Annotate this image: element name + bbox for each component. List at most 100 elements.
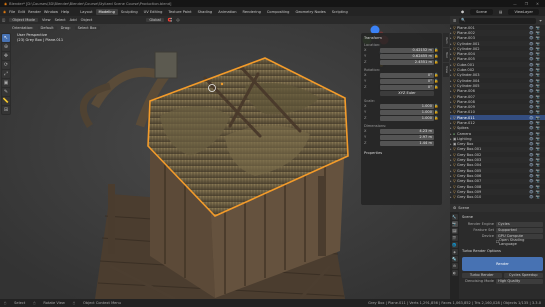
- visibility-eye-icon[interactable]: 👁: [529, 89, 534, 93]
- scale-z-field[interactable]: 1.000: [380, 115, 434, 121]
- menu-add[interactable]: Add: [70, 18, 77, 22]
- select-box-tool-icon[interactable]: ↖: [2, 34, 10, 42]
- properties-tab-icon[interactable]: 🎬: [451, 235, 458, 241]
- render-camera-icon[interactable]: 📷: [536, 84, 540, 88]
- visibility-eye-icon[interactable]: 👁: [529, 100, 534, 104]
- drag-dropdown[interactable]: Select Box: [74, 25, 100, 30]
- tab-tool[interactable]: Tool: [443, 48, 449, 62]
- outliner-row[interactable]: ▸ ▽ Plane.008 👁 📷: [450, 99, 545, 104]
- outliner-row[interactable]: ▸ ▽ Grey Box.005 👁 📷: [450, 168, 545, 174]
- blender-menu-icon[interactable]: ◉: [3, 10, 6, 14]
- rotate-tool-icon[interactable]: ⟳: [2, 61, 10, 69]
- render-camera-icon[interactable]: 📷: [536, 26, 540, 30]
- render-camera-icon[interactable]: 📷: [536, 36, 540, 40]
- render-engine-dropdown[interactable]: Cycles: [496, 221, 543, 227]
- minimize-button[interactable]: —: [513, 2, 517, 6]
- outliner-row[interactable]: ▸ ▽ Grey Box.004 👁 📷: [450, 163, 545, 168]
- render-camera-icon[interactable]: 📷: [536, 42, 540, 46]
- properties-tab-icon[interactable]: 🔩: [451, 256, 458, 262]
- turbo-render-button[interactable]: Turbo Render: [462, 273, 502, 278]
- outliner-row[interactable]: ▸ ▽ Grey Box.009 👁 📷: [450, 189, 545, 195]
- render-camera-icon[interactable]: 📷: [536, 31, 540, 35]
- dimension-z-field[interactable]: 1.44 m: [380, 140, 434, 146]
- outliner-row[interactable]: ▸ ▽ Cylinder.002 👁 📷: [450, 46, 545, 51]
- render-camera-icon[interactable]: 📷: [536, 126, 540, 130]
- workspace-tab-layout[interactable]: Layout: [77, 9, 95, 15]
- lock-icon[interactable]: 🔓: [434, 60, 439, 64]
- visibility-eye-icon[interactable]: 👁: [529, 57, 534, 61]
- workspace-tab-animation[interactable]: Animation: [215, 9, 239, 15]
- render-camera-icon[interactable]: 📷: [536, 68, 540, 72]
- lock-icon[interactable]: 🔓: [434, 79, 439, 83]
- scale-y-field[interactable]: 1.000: [380, 109, 434, 115]
- visibility-eye-icon[interactable]: 👁: [529, 132, 534, 136]
- render-camera-icon[interactable]: 📷: [536, 79, 540, 83]
- tab-item[interactable]: Item: [443, 33, 449, 47]
- visibility-eye-icon[interactable]: 👁: [529, 153, 534, 157]
- rotation-z-field[interactable]: 0°: [380, 84, 434, 90]
- visibility-eye-icon[interactable]: 👁: [529, 84, 534, 88]
- viewlayer-selector[interactable]: ViewLayer: [508, 8, 539, 15]
- visibility-eye-icon[interactable]: 👁: [529, 110, 534, 114]
- workspace-tab-sculpting[interactable]: Sculpting: [118, 9, 141, 15]
- render-camera-icon[interactable]: 📷: [536, 163, 540, 167]
- render-camera-icon[interactable]: 📷: [536, 158, 540, 162]
- render-camera-icon[interactable]: 📷: [536, 100, 540, 104]
- workspace-tab-modeling[interactable]: Modeling: [95, 8, 118, 15]
- proportional-icon[interactable]: ◎: [176, 18, 179, 22]
- render-camera-icon[interactable]: 📷: [536, 185, 540, 189]
- transform-orientation-dropdown[interactable]: Global: [146, 18, 164, 22]
- properties-editor-icon[interactable]: ⚙: [453, 206, 456, 210]
- visibility-eye-icon[interactable]: 👁: [529, 79, 534, 83]
- outliner-row[interactable]: ▸ ▽ Grey Box.003 👁 📷: [450, 157, 545, 163]
- visibility-eye-icon[interactable]: 👁: [529, 42, 534, 46]
- outliner-row[interactable]: ▸ ▽ Spikes 👁 📷: [450, 125, 545, 131]
- visibility-eye-icon[interactable]: 👁: [529, 26, 534, 30]
- outliner-row[interactable]: ▸ ⌂ Camera 👁 📷: [450, 131, 545, 136]
- outliner-row[interactable]: ▸ ▽ Cylinder.005 👁 📷: [450, 83, 545, 89]
- turbo-options-header[interactable]: Turbo Render Options: [462, 249, 543, 253]
- workspace-tab-shading[interactable]: Shading: [195, 9, 216, 15]
- render-camera-icon[interactable]: 📷: [536, 73, 540, 77]
- render-button[interactable]: Render: [462, 257, 543, 271]
- orientation-dropdown[interactable]: Default: [37, 25, 57, 30]
- lock-icon[interactable]: 🔓: [434, 104, 439, 108]
- outliner-row[interactable]: ▸ ▽ Plane.012 👁 📷: [450, 120, 545, 125]
- properties-tab-icon[interactable]: 🌐: [451, 242, 458, 248]
- menu-object[interactable]: Object: [81, 18, 93, 22]
- outliner-row[interactable]: ▸ ▽ Grey Box.010 👁 📷: [450, 195, 545, 200]
- outliner-row[interactable]: ▸ ▽ Plane.002 👁 📷: [450, 30, 545, 36]
- render-camera-icon[interactable]: 📷: [536, 153, 540, 157]
- outliner-row[interactable]: ▸ ▽ Grey Box.008 👁 📷: [450, 184, 545, 189]
- properties-tab-icon[interactable]: ◐: [451, 270, 458, 276]
- workspace-tab-texture-paint[interactable]: Texture Paint: [165, 9, 194, 15]
- rotation-x-field[interactable]: 0°: [380, 72, 434, 78]
- render-camera-icon[interactable]: 📷: [536, 174, 540, 178]
- add-cube-tool-icon[interactable]: ⊞: [2, 106, 10, 114]
- visibility-eye-icon[interactable]: 👁: [529, 195, 534, 199]
- menu-window[interactable]: Window: [44, 10, 58, 14]
- visibility-eye-icon[interactable]: 👁: [529, 31, 534, 35]
- outliner-row[interactable]: ▸ ▽ Plane.010 👁 📷: [450, 110, 545, 115]
- measure-tool-icon[interactable]: 📏: [2, 97, 10, 105]
- visibility-eye-icon[interactable]: 👁: [529, 190, 534, 194]
- menu-render[interactable]: Render: [28, 10, 41, 14]
- mode-dropdown[interactable]: Object Mode: [9, 18, 39, 22]
- visibility-eye-icon[interactable]: 👁: [529, 185, 534, 189]
- render-camera-icon[interactable]: 📷: [536, 169, 540, 173]
- editor-type-icon[interactable]: ◫: [2, 18, 5, 22]
- render-camera-icon[interactable]: 📷: [536, 63, 540, 67]
- snap-icon[interactable]: 🧲: [168, 18, 172, 22]
- annotate-tool-icon[interactable]: ✎: [2, 88, 10, 96]
- lock-icon[interactable]: 🔓: [434, 73, 439, 77]
- render-camera-icon[interactable]: 📷: [536, 132, 540, 136]
- maximize-button[interactable]: ❐: [525, 2, 528, 6]
- location-y-field[interactable]: 0.62455 m: [380, 53, 434, 59]
- render-camera-icon[interactable]: 📷: [536, 47, 540, 51]
- outliner-row[interactable]: ▸ ▽ Plane.006 👁 📷: [450, 89, 545, 94]
- dimension-y-field[interactable]: 2.97 m: [380, 134, 434, 140]
- scene-selector[interactable]: Scene: [470, 8, 494, 15]
- visibility-eye-icon[interactable]: 👁: [529, 121, 534, 125]
- menu-help[interactable]: Help: [61, 10, 69, 14]
- menu-edit[interactable]: Edit: [18, 10, 25, 14]
